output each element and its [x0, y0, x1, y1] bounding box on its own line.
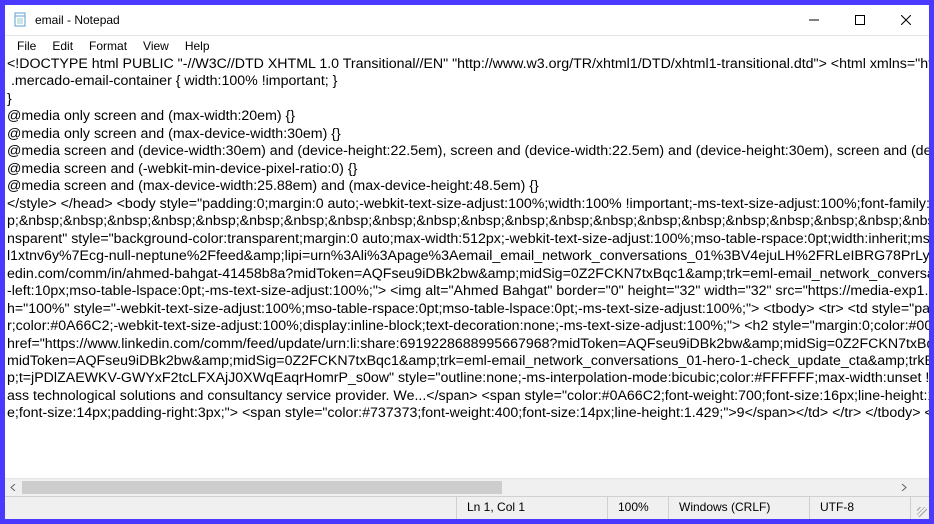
menu-view[interactable]: View: [135, 38, 177, 54]
scrollbar-track[interactable]: [22, 479, 895, 496]
menu-format[interactable]: Format: [81, 38, 135, 54]
status-encoding: UTF-8: [809, 497, 910, 519]
menu-edit[interactable]: Edit: [44, 38, 81, 54]
maximize-button[interactable]: [837, 5, 883, 35]
status-eol: Windows (CRLF): [668, 497, 809, 519]
title-bar: email - Notepad: [5, 5, 929, 36]
menu-file[interactable]: File: [9, 38, 44, 54]
status-position: Ln 1, Col 1: [456, 497, 607, 519]
scrollbar-thumb[interactable]: [22, 481, 502, 494]
horizontal-scrollbar[interactable]: [5, 478, 912, 496]
status-zoom: 100%: [607, 497, 668, 519]
menu-bar: File Edit Format View Help: [5, 36, 929, 56]
scroll-right-button[interactable]: [895, 479, 912, 496]
status-spacer: [5, 497, 456, 519]
text-area[interactable]: <!DOCTYPE html PUBLIC "-//W3C//DTD XHTML…: [5, 56, 929, 479]
minimize-button[interactable]: [791, 5, 837, 35]
scroll-left-button[interactable]: [5, 479, 22, 496]
resize-grip[interactable]: [910, 497, 929, 519]
notepad-window: email - Notepad File Edit Format View He…: [4, 4, 930, 520]
window-title: email - Notepad: [35, 13, 120, 27]
notepad-icon: [13, 12, 29, 28]
scroll-corner: [912, 478, 929, 496]
close-button[interactable]: [883, 5, 929, 35]
status-bar: Ln 1, Col 1 100% Windows (CRLF) UTF-8: [5, 496, 929, 519]
editor-viewport: <!DOCTYPE html PUBLIC "-//W3C//DTD XHTML…: [5, 56, 929, 496]
menu-help[interactable]: Help: [177, 38, 218, 54]
